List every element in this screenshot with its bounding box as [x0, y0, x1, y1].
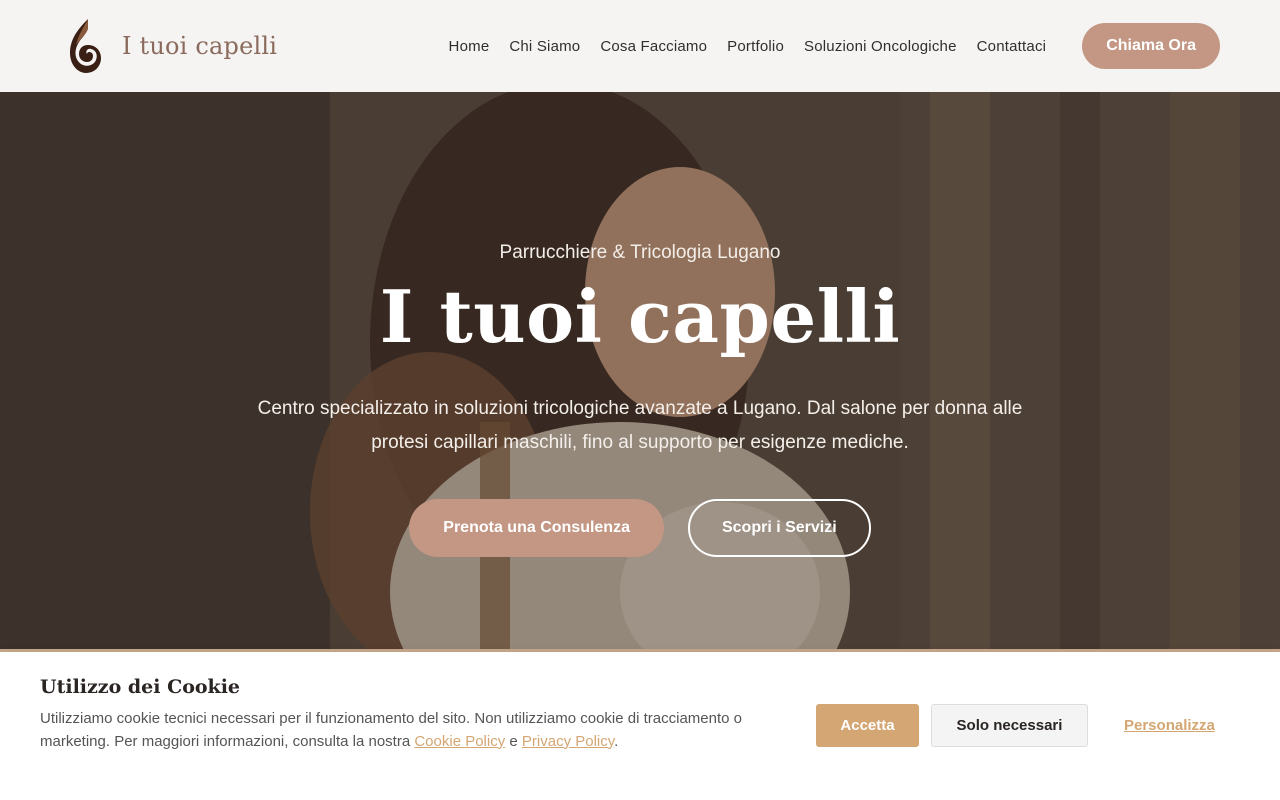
brand[interactable]: I tuoi capelli	[66, 17, 277, 75]
accept-cookies-button[interactable]: Accetta	[816, 704, 919, 747]
discover-services-button[interactable]: Scopri i Servizi	[687, 499, 871, 557]
brand-name: I tuoi capelli	[122, 32, 278, 60]
cookie-text-end: .	[614, 732, 619, 750]
privacy-policy-link[interactable]: Privacy Policy	[522, 733, 614, 750]
nav-home[interactable]: Home	[449, 38, 490, 55]
cookie-banner: Utilizzo dei Cookie Utilizziamo cookie t…	[0, 652, 1280, 800]
hero-title: I tuoi capelli	[379, 274, 901, 359]
nav-chi-siamo[interactable]: Chi Siamo	[509, 38, 580, 55]
nav-soluzioni-oncologiche[interactable]: Soluzioni Oncologiche	[804, 38, 957, 55]
call-now-button[interactable]: Chiama Ora	[1082, 23, 1220, 69]
hero-section: Parrucchiere & Tricologia Lugano I tuoi …	[0, 92, 1280, 652]
nav-contattaci[interactable]: Contattaci	[977, 38, 1047, 55]
cookie-text-main: Utilizziamo cookie tecnici necessari per…	[40, 710, 742, 750]
nav-portfolio[interactable]: Portfolio	[727, 38, 784, 55]
hero-overlay	[0, 92, 1280, 652]
cookie-title: Utilizzo dei Cookie	[40, 676, 241, 698]
nav-cosa-facciamo[interactable]: Cosa Facciamo	[600, 38, 707, 55]
flame-swirl-icon	[70, 19, 101, 73]
necessary-only-button[interactable]: Solo necessari	[931, 704, 1088, 747]
cookie-text: Utilizziamo cookie tecnici necessari per…	[40, 708, 780, 753]
hero-eyebrow: Parrucchiere & Tricologia Lugano	[499, 242, 781, 263]
hero-description: Centro specializzato in soluzioni tricol…	[257, 398, 1023, 453]
customize-cookies-link[interactable]: Personalizza	[1124, 717, 1215, 734]
cookie-text-and: e	[505, 732, 522, 750]
cookie-policy-link[interactable]: Cookie Policy	[414, 733, 505, 750]
book-consultation-button[interactable]: Prenota una Consulenza	[409, 499, 664, 557]
hero-buttons: Prenota una Consulenza Scopri i Servizi	[0, 499, 1280, 557]
main-nav: Home Chi Siamo Cosa Facciamo Portfolio S…	[449, 23, 1220, 69]
cookie-actions: Accetta Solo necessari Personalizza	[816, 704, 1215, 747]
site-header: I tuoi capelli Home Chi Siamo Cosa Facci…	[0, 0, 1280, 92]
